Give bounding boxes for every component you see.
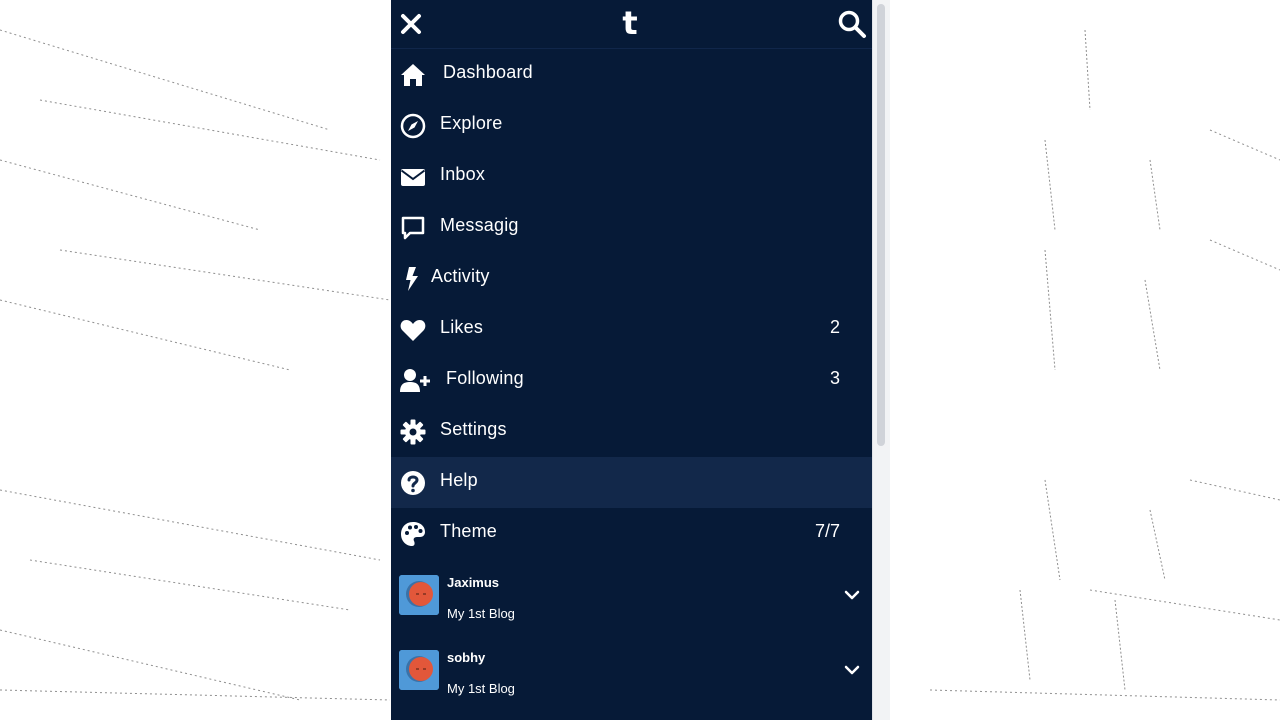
compass-icon — [400, 113, 426, 139]
menu-item-settings[interactable]: Settings — [391, 406, 872, 457]
blog-name: sobhy — [447, 650, 486, 665]
menu-item-inbox[interactable]: Inbox — [391, 151, 872, 202]
menu-item-label: Messagig — [440, 215, 519, 235]
navigation-drawer: t Dashboard Explore Inbox Messagig Activ… — [391, 0, 872, 720]
theme-count: 7/7 — [814, 521, 840, 541]
menu-item-activity[interactable]: Activity — [391, 253, 872, 304]
avatar — [399, 575, 439, 615]
menu-item-explore[interactable]: Explore — [391, 100, 872, 151]
scrollbar[interactable] — [872, 0, 890, 720]
heart-icon — [400, 320, 426, 341]
menu-item-label: Following — [446, 368, 524, 388]
chevron-down-icon[interactable] — [843, 663, 861, 677]
tumblr-logo[interactable]: t — [615, 4, 645, 42]
menu-item-label: Activity — [431, 266, 490, 286]
menu-item-following[interactable]: Following 3 — [391, 355, 872, 406]
menu-item-likes[interactable]: Likes 2 — [391, 304, 872, 355]
menu-item-label: Likes — [440, 317, 484, 337]
menu-list: Dashboard Explore Inbox Messagig Activit… — [391, 49, 872, 559]
menu-item-messaging[interactable]: Messagig — [391, 202, 872, 253]
likes-count: 2 — [829, 317, 840, 337]
user-plus-icon — [400, 369, 430, 392]
following-count: 3 — [829, 368, 840, 388]
blog-item-sobhy[interactable]: sobhy My 1st Blog — [391, 650, 872, 720]
chevron-down-icon[interactable] — [843, 588, 861, 602]
envelope-icon — [400, 169, 426, 186]
search-icon[interactable] — [837, 9, 867, 39]
menu-item-label: Settings — [440, 419, 507, 439]
question-circle-icon — [401, 471, 425, 495]
avatar — [399, 650, 439, 690]
chat-bubble-icon — [401, 216, 425, 240]
menu-item-label: Inbox — [440, 164, 486, 184]
close-icon[interactable] — [397, 10, 425, 38]
blog-title: My 1st Blog — [447, 606, 515, 621]
menu-item-label: Help — [440, 470, 478, 490]
gear-icon — [400, 419, 426, 445]
menu-item-theme[interactable]: Theme 7/7 — [391, 508, 872, 559]
lightning-icon — [406, 267, 418, 291]
blog-name: Jaximus — [447, 575, 500, 590]
menu-item-label: Theme — [440, 521, 498, 541]
menu-item-label: Explore — [440, 113, 503, 133]
menu-item-label: Dashboard — [443, 62, 533, 82]
drawer-header: t — [391, 0, 872, 49]
menu-item-dashboard[interactable]: Dashboard — [391, 49, 872, 100]
menu-item-help[interactable]: Help — [391, 457, 872, 508]
blog-title: My 1st Blog — [447, 681, 515, 696]
home-icon — [401, 64, 425, 86]
blog-item-jaximus[interactable]: Jaximus My 1st Blog — [391, 575, 872, 649]
scrollbar-thumb[interactable] — [877, 4, 885, 446]
palette-icon — [401, 522, 425, 546]
